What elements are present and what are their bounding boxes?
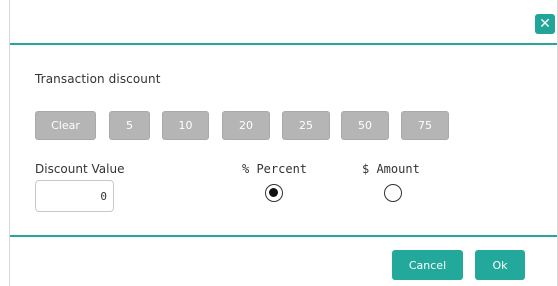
discount-value-label: Discount Value <box>35 162 125 176</box>
percent-label: % Percent <box>242 162 308 176</box>
close-glyph: ✕ <box>539 16 551 32</box>
dialog-header: ✕ <box>10 0 557 44</box>
discount-dialog: ✕ Transaction discount Clear 5 10 20 25 … <box>9 0 558 286</box>
cancel-button[interactable]: Cancel <box>392 250 463 280</box>
amount-label: $ Amount <box>362 162 420 176</box>
header-divider <box>10 43 557 45</box>
ok-button[interactable]: Ok <box>475 250 525 280</box>
preset-25-button[interactable]: 25 <box>282 111 330 140</box>
preset-10-button[interactable]: 10 <box>162 111 209 140</box>
discount-value-input[interactable] <box>35 180 114 212</box>
preset-5-button[interactable]: 5 <box>109 111 150 140</box>
close-icon[interactable]: ✕ <box>535 14 555 34</box>
preset-75-button[interactable]: 75 <box>401 111 449 140</box>
transaction-discount-label: Transaction discount <box>35 72 161 86</box>
footer-divider <box>10 235 557 237</box>
preset-clear-button[interactable]: Clear <box>35 111 96 140</box>
amount-radio[interactable] <box>384 184 402 202</box>
percent-radio[interactable] <box>265 184 283 202</box>
preset-20-button[interactable]: 20 <box>222 111 270 140</box>
percent-radio-selected-dot <box>269 188 278 197</box>
preset-50-button[interactable]: 50 <box>341 111 389 140</box>
